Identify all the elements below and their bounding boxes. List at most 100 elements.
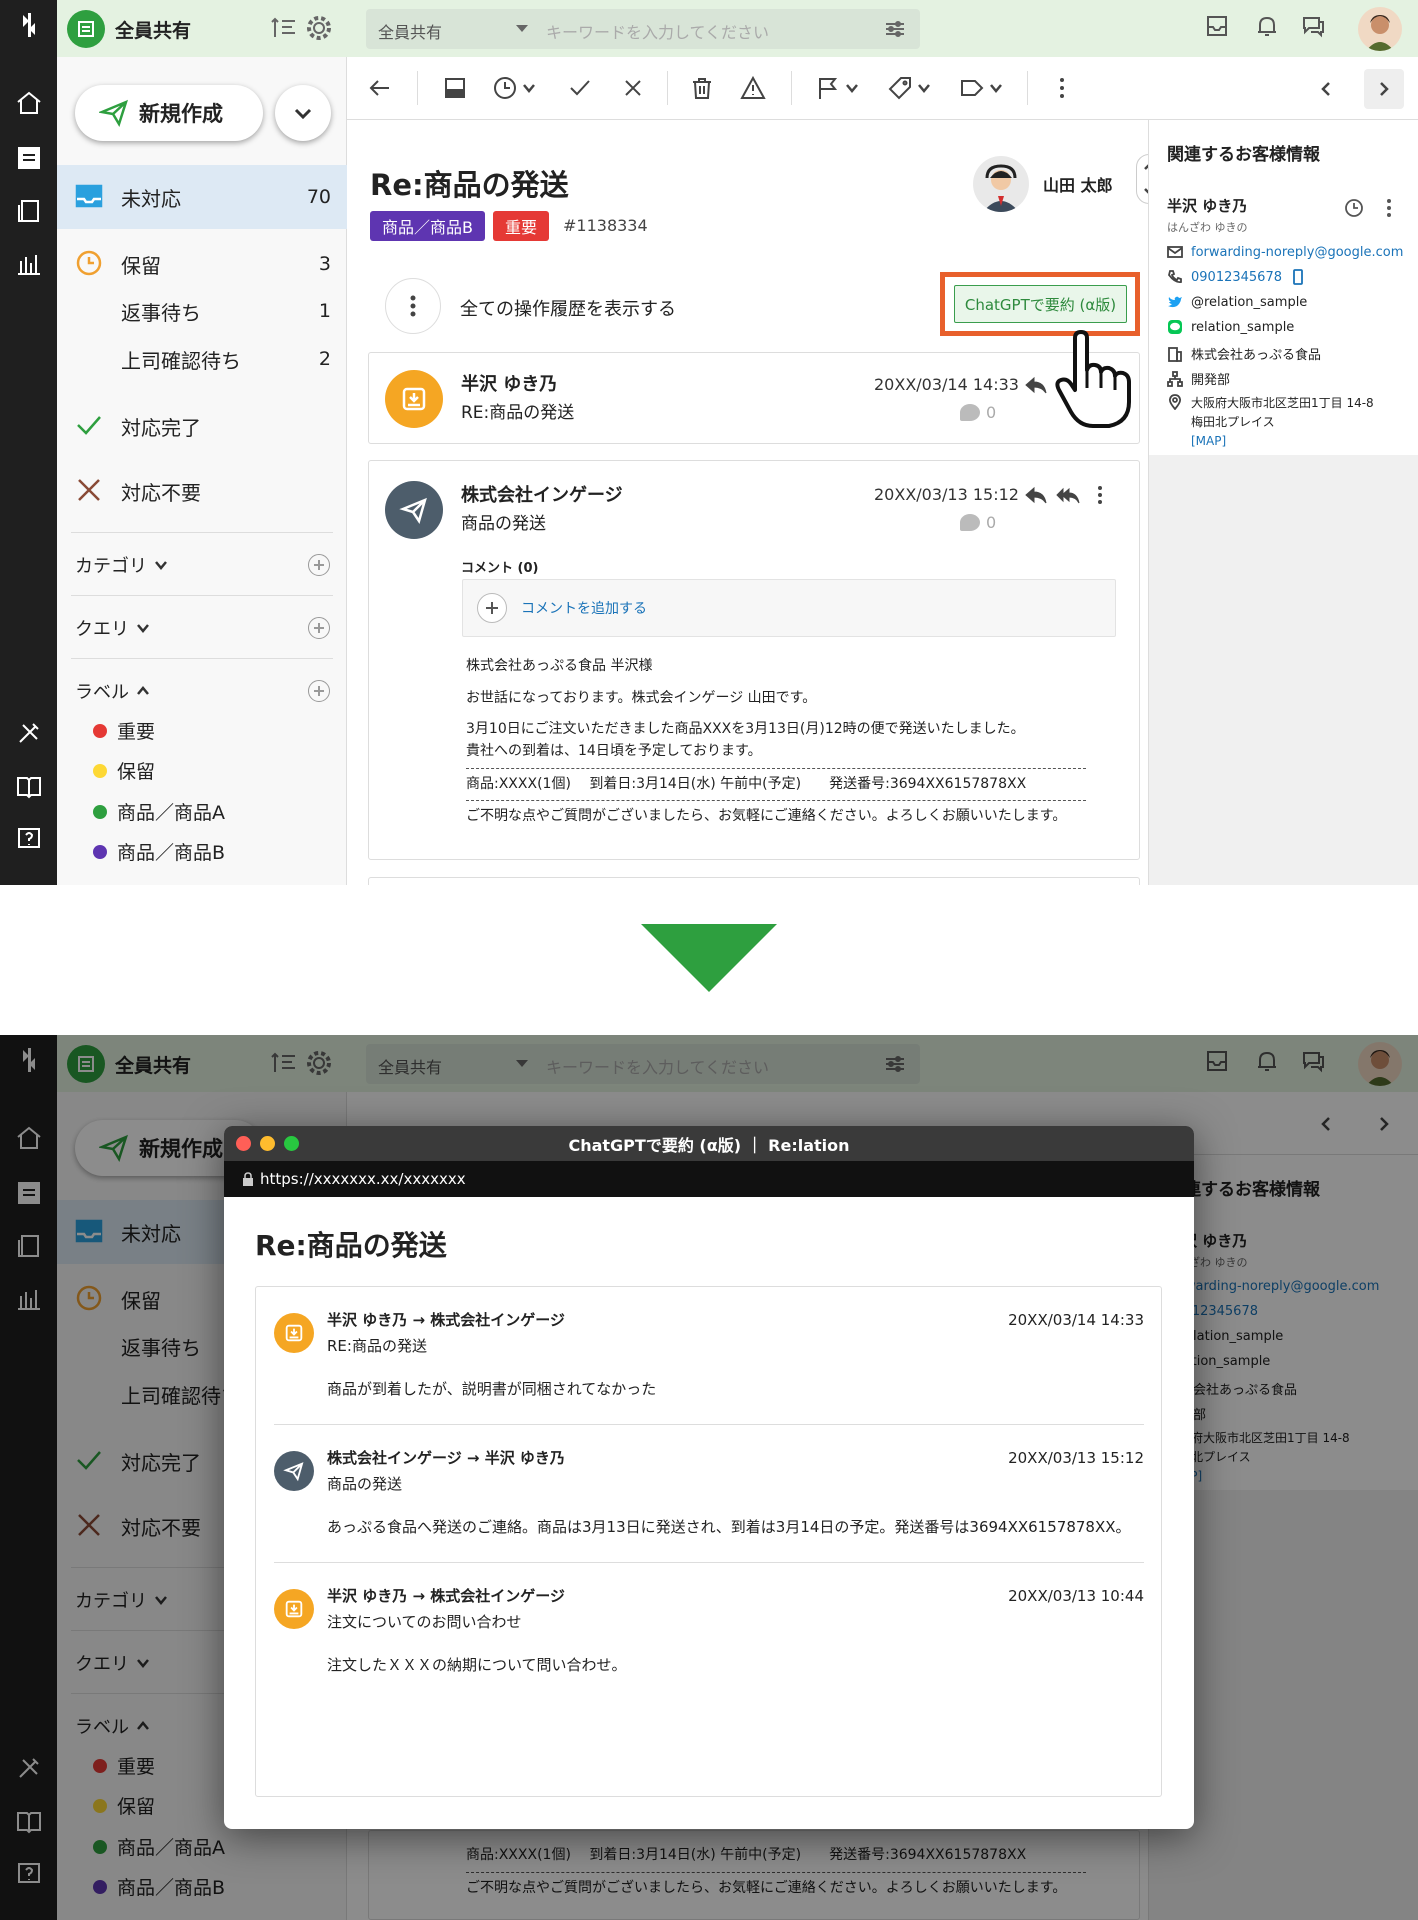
sidebar-item-count: 70: [306, 186, 331, 208]
maximize-window-button[interactable]: [284, 1136, 299, 1151]
sort-icon[interactable]: [269, 13, 299, 43]
customer-twitter-text: @relation_sample: [1191, 294, 1308, 310]
prev-button[interactable]: [1306, 69, 1346, 109]
chevron-right-icon: [1380, 82, 1389, 96]
more-icon[interactable]: [1386, 198, 1392, 218]
bell-icon[interactable]: [1253, 12, 1285, 44]
sidebar-item-label: 返事待ち: [121, 300, 201, 325]
new-menu-button[interactable]: [275, 85, 331, 141]
label-dot: [93, 804, 107, 819]
close-window-button[interactable]: [236, 1136, 251, 1151]
add-category-button[interactable]: [308, 554, 330, 576]
chevron-down-icon[interactable]: [516, 25, 528, 32]
address-book-icon[interactable]: [14, 196, 43, 225]
history-button[interactable]: [385, 278, 441, 334]
more-icon[interactable]: [1049, 74, 1075, 102]
chat-icon[interactable]: [1299, 12, 1331, 44]
chatgpt-summary-button[interactable]: ChatGPTで要約 (α版): [954, 285, 1127, 323]
tag-icon[interactable]: [887, 74, 931, 102]
customer-line[interactable]: relation_sample: [1167, 319, 1294, 335]
inbox-icon: [67, 10, 105, 48]
sidebar-item-done[interactable]: 対応完了: [57, 394, 347, 458]
ticket-detail: Re:商品の発送 商品／商品B 重要 #1138334 山田 太郎 全ての操作履…: [347, 120, 1162, 885]
flag-icon[interactable]: [815, 74, 859, 102]
customer-email[interactable]: forwarding-noreply@google.com: [1167, 244, 1403, 260]
check-icon[interactable]: [567, 74, 593, 102]
trash-icon[interactable]: [689, 74, 715, 102]
customer-heading: 関連するお客様情報: [1167, 145, 1320, 165]
add-label-button[interactable]: [308, 680, 330, 702]
reply-icon[interactable]: [1024, 373, 1048, 397]
chevron-up-icon: [137, 686, 149, 695]
help-icon[interactable]: [14, 824, 43, 853]
search-input[interactable]: キーワードを入力してください: [546, 19, 769, 43]
org-icon: [1167, 370, 1183, 387]
manual-icon[interactable]: [14, 771, 43, 800]
filter-icon[interactable]: [884, 18, 906, 40]
inbox-icon[interactable]: [442, 74, 468, 102]
app-rail: [0, 0, 57, 885]
back-icon[interactable]: [367, 74, 393, 102]
scope-select[interactable]: 全員共有: [378, 19, 442, 43]
clock-icon[interactable]: [1344, 198, 1364, 218]
label-dot: [93, 763, 107, 778]
comment-count-value: 0: [986, 403, 997, 422]
divider: [417, 71, 418, 105]
next-button[interactable]: [1364, 69, 1404, 109]
label-section[interactable]: ラベル: [75, 678, 151, 704]
workspace-switcher[interactable]: 全員共有: [67, 10, 191, 48]
minimize-window-button[interactable]: [260, 1136, 275, 1151]
sidebar-item-label: 対応不要: [121, 480, 201, 505]
message-card[interactable]: [368, 877, 1140, 885]
tag-product-b[interactable]: 商品／商品B: [370, 211, 485, 241]
label-icon[interactable]: [959, 74, 1003, 102]
more-icon[interactable]: [1088, 483, 1112, 507]
sidebar-item-not-needed[interactable]: 対応不要: [57, 459, 347, 523]
mail-list-icon[interactable]: [14, 143, 43, 172]
clock-icon[interactable]: [492, 74, 536, 102]
label-item[interactable]: 重要: [93, 717, 155, 744]
label-item[interactable]: 商品／商品B: [93, 838, 225, 865]
close-icon[interactable]: [620, 74, 646, 102]
building-icon: [1168, 346, 1182, 362]
warning-icon[interactable]: [740, 74, 766, 102]
avatar[interactable]: [1358, 7, 1402, 51]
summary-date: 20XX/03/13 10:44: [1008, 1587, 1144, 1605]
summary-list: 半沢 ゆき乃 → 株式会社インゲージ RE:商品の発送 20XX/03/14 1…: [255, 1286, 1162, 1797]
home-icon[interactable]: [14, 88, 43, 117]
mail-body-line: ご不明な点やご質問がございましたら、お気軽にご連絡ください。よろしくお願いいたし…: [466, 808, 1067, 825]
assignee[interactable]: 山田 太郎: [973, 156, 1113, 212]
summary-window: ChatGPTで要約 (α版) ｜ Re:lation https://xxxx…: [224, 1126, 1194, 1829]
query-section[interactable]: クエリ: [75, 615, 151, 641]
reply-icon[interactable]: [1024, 483, 1048, 507]
inbox-tray-icon[interactable]: [1203, 12, 1235, 44]
window-titlebar[interactable]: ChatGPTで要約 (α版) ｜ Re:lation: [224, 1126, 1194, 1161]
tools-icon[interactable]: [14, 718, 43, 747]
category-section[interactable]: カテゴリ: [75, 552, 169, 578]
sidebar: 新規作成 未対応 70 保留 3 返事待ち 1 上司確認待ち 2 対応完了 対応…: [57, 57, 347, 885]
reply-all-icon[interactable]: [1056, 483, 1080, 507]
label-item[interactable]: 商品／商品A: [93, 798, 225, 825]
comment-count: 0: [960, 403, 996, 422]
message-card[interactable]: 株式会社インゲージ 商品の発送 20XX/03/13 15:12 0 コメント …: [368, 460, 1140, 860]
label-item[interactable]: 保留: [93, 757, 155, 784]
message-card[interactable]: 半沢 ゆき乃 RE:商品の発送 20XX/03/14 14:33 0: [368, 352, 1140, 444]
customer-twitter[interactable]: @relation_sample: [1167, 294, 1307, 310]
add-comment-box[interactable]: コメントを追加する: [462, 579, 1116, 637]
history-link[interactable]: 全ての操作履歴を表示する: [460, 295, 676, 321]
summary-subject: 商品の発送: [327, 1475, 403, 1493]
comment-count-value: 0: [986, 513, 997, 532]
new-message-button[interactable]: 新規作成: [75, 85, 263, 141]
map-link[interactable]: [MAP]: [1191, 432, 1374, 451]
report-icon[interactable]: [14, 248, 43, 277]
gear-icon[interactable]: [304, 13, 334, 43]
customer-phone[interactable]: 09012345678: [1167, 269, 1306, 285]
add-query-button[interactable]: [308, 617, 330, 639]
sidebar-item-unhandled[interactable]: 未対応 70: [57, 165, 347, 229]
divider: [1027, 71, 1028, 105]
tag-important[interactable]: 重要: [493, 211, 550, 241]
sidebar-item-boss-check[interactable]: 上司確認待ち 2: [57, 327, 347, 391]
url-bar[interactable]: https://xxxxxxx.xx/xxxxxxx: [224, 1161, 1194, 1197]
label-dot: [93, 844, 107, 859]
app-logo: [14, 10, 43, 39]
